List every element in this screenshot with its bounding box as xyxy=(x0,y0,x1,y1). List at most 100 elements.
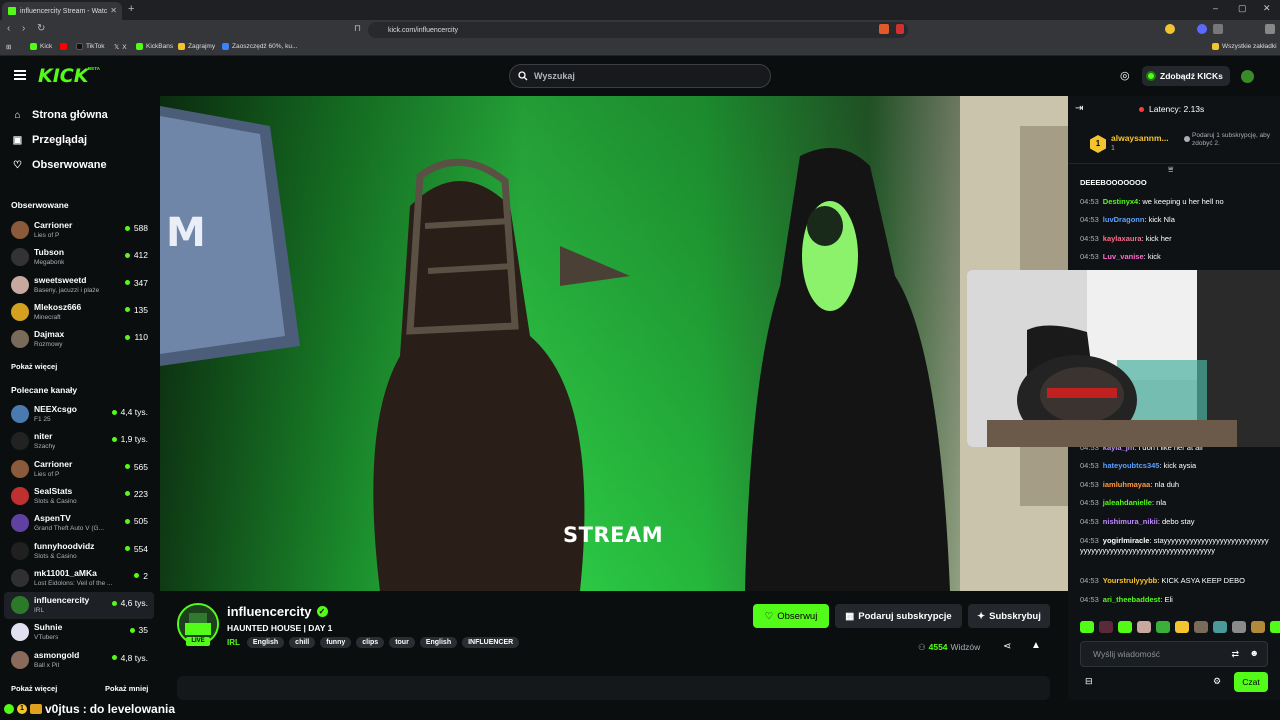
collapse-chat-icon[interactable]: ⇥ xyxy=(1075,103,1083,114)
tag[interactable]: funny xyxy=(320,637,352,648)
message-user[interactable]: ari_theebaddest xyxy=(1103,595,1161,604)
all-bookmarks[interactable]: Wszystkie zakładki xyxy=(1212,43,1277,50)
message-user[interactable]: hateyoubtcs345 xyxy=(1103,461,1160,470)
bookmark-kick[interactable]: Kick xyxy=(30,43,52,50)
message-user[interactable]: luvDragonn xyxy=(1103,215,1145,224)
show-more-recommended[interactable]: Pokaż więcej xyxy=(11,684,57,693)
sidebar-channel-suhnie[interactable]: Suhnie VTubers 35 xyxy=(4,619,154,646)
translate-icon[interactable]: ⇄ xyxy=(1231,649,1239,660)
sidebar-channel-aspentv[interactable]: AspenTV Grand Theft Auto V (G... 505 xyxy=(4,510,154,537)
bookmark-icon[interactable]: ⊓ xyxy=(354,23,361,34)
send-chat-button[interactable]: Czat xyxy=(1234,672,1268,692)
channel-name[interactable]: influencercity ✓ xyxy=(227,604,328,619)
forward-icon[interactable]: › xyxy=(22,23,25,34)
sidebar-channel-sealstats[interactable]: SealStats Slots & Casino 223 xyxy=(4,483,154,510)
chat-settings-icon[interactable]: ⚙ xyxy=(1213,676,1221,687)
menu-hamburger-icon[interactable] xyxy=(14,70,26,80)
tag[interactable]: English xyxy=(419,637,458,648)
sidebar-channel-carrioner[interactable]: Carrioner Lies of P 588 xyxy=(4,217,154,244)
address-bar[interactable]: kick.com/influencercity xyxy=(368,22,908,38)
chat-gift-icon[interactable]: ⊟ xyxy=(1085,676,1093,687)
tag[interactable]: chill xyxy=(289,637,316,648)
extension-icon-2[interactable] xyxy=(1197,24,1207,34)
browser-tab[interactable]: influencercity Stream - Watc ✕ xyxy=(2,2,122,20)
message-time: 04:53 xyxy=(1080,197,1099,206)
menu-icon[interactable] xyxy=(1265,24,1275,34)
bookmark-deal[interactable]: Zaoszczędź 60%, ku... xyxy=(222,43,297,50)
back-icon[interactable]: ‹ xyxy=(7,23,10,34)
message-user[interactable]: Destinyx4 xyxy=(1103,197,1138,206)
apps-grid-icon[interactable]: ⊞ xyxy=(6,43,11,51)
emote[interactable] xyxy=(1175,621,1189,633)
category-link[interactable]: IRL xyxy=(227,638,240,647)
close-window-icon[interactable]: ✕ xyxy=(1263,3,1271,14)
gifter-name[interactable]: alwaysannm... xyxy=(1111,133,1169,143)
nav-home[interactable]: ⌂ Strona główna xyxy=(12,109,107,121)
user-avatar[interactable] xyxy=(1241,70,1254,83)
sidebar-channel-dajmax[interactable]: Dajmax Rozmowy 110 xyxy=(4,326,154,353)
new-tab-icon[interactable]: + xyxy=(128,3,134,15)
tag[interactable]: English xyxy=(246,637,285,648)
emote[interactable] xyxy=(1194,621,1208,633)
reload-icon[interactable]: ↻ xyxy=(37,23,45,34)
subscribe-button[interactable]: ✦ Subskrybuj xyxy=(968,604,1050,628)
emote[interactable] xyxy=(1270,621,1280,633)
extension-icon[interactable] xyxy=(1165,24,1175,34)
sidebar-channel-funnyhoodvidz[interactable]: funnyhoodvidz Slots & Casino 554 xyxy=(4,538,154,565)
search-input[interactable]: Wyszukaj xyxy=(509,64,771,88)
show-more-followed[interactable]: Pokaż więcej xyxy=(11,362,57,371)
message-user[interactable]: yogirlmiracle xyxy=(1103,536,1150,545)
chat-input[interactable]: Wyślij wiadomość ⇄ ☻ xyxy=(1080,641,1268,667)
emote[interactable] xyxy=(1251,621,1265,633)
sidebar-channel-mlekosz666[interactable]: Mlekosz666 Minecraft 135 xyxy=(4,299,154,326)
sidebar-channel-tubson[interactable]: Tubson Megabonk 412 xyxy=(4,244,154,271)
maximize-icon[interactable]: ▢ xyxy=(1238,3,1247,14)
bookmark-x[interactable]: 𝕏X xyxy=(114,43,127,52)
get-kicks-button[interactable]: Zdobądź KICKs xyxy=(1142,66,1230,86)
sidebar-channel-asmongold[interactable]: asmongold Ball x Pit 4,8 tys. xyxy=(4,647,154,674)
message-user[interactable]: Yourstrulyyybb xyxy=(1103,576,1157,585)
sidebar-channel-carrioner[interactable]: Carrioner Lies of P 565 xyxy=(4,456,154,483)
emote[interactable] xyxy=(1099,621,1113,633)
sidebar-channel-niter[interactable]: niter Szachy 1,9 tys. xyxy=(4,428,154,455)
emote[interactable] xyxy=(1213,621,1227,633)
emote[interactable] xyxy=(1156,621,1170,633)
gift-subs-button[interactable]: ▦ Podaruj subskrypcje xyxy=(835,604,962,628)
bookmark-youtube[interactable] xyxy=(60,43,67,50)
emote[interactable] xyxy=(1232,621,1246,633)
message-user[interactable]: nishimura_nikii xyxy=(1103,517,1158,526)
video-player[interactable]: M STREAM xyxy=(160,96,1068,591)
bookmark-kickbans[interactable]: KickBans xyxy=(136,43,173,50)
share-icon[interactable]: ⋖ xyxy=(1003,641,1011,652)
show-less-recommended[interactable]: Pokaż mniej xyxy=(105,684,148,693)
tag[interactable]: tour xyxy=(389,637,415,648)
sidebar-channel-mk11001_amka[interactable]: mk11001_aMKa Lost Eidolons: Veil of the .… xyxy=(4,565,154,592)
bookmark-zagrajmy[interactable]: Zagrajmy xyxy=(178,43,215,50)
follow-button[interactable]: ♡ Obserwuj xyxy=(753,604,829,628)
message-user[interactable]: Luv_vanise xyxy=(1103,252,1144,261)
pinned-icon[interactable]: ⩸ xyxy=(1168,164,1173,175)
bookmark-tiktok[interactable]: TikTok xyxy=(76,43,105,50)
message-user[interactable]: kaylaxaura xyxy=(1103,234,1142,243)
kick-logo[interactable]: KICK xyxy=(38,65,88,87)
brave-shield-icon[interactable] xyxy=(879,24,889,34)
sidebar-channel-neexcsgo[interactable]: NEEXcsgo F1 25 4,4 tys. xyxy=(4,401,154,428)
rewards-icon[interactable] xyxy=(896,24,904,34)
sidebar-channel-influencercity[interactable]: influencercity IRL 4,6 tys. xyxy=(4,592,154,620)
tag[interactable]: INFLUENCER xyxy=(462,637,520,648)
sidebar-channel-sweetsweetd[interactable]: sweetsweetd Baseny, jacuzzi i plaże 347 xyxy=(4,272,154,299)
minimize-icon[interactable]: – xyxy=(1213,3,1218,13)
extensions-puzzle-icon[interactable] xyxy=(1213,24,1223,34)
nav-browse[interactable]: ▣ Przeglądaj xyxy=(12,134,87,146)
notifications-icon[interactable]: ◎ xyxy=(1120,69,1130,82)
emote[interactable] xyxy=(1118,621,1132,633)
message-user[interactable]: jaleahdanielle xyxy=(1103,498,1152,507)
emote[interactable] xyxy=(1137,621,1151,633)
tag[interactable]: clips xyxy=(356,637,385,648)
nav-following[interactable]: ♡ Obserwowane xyxy=(12,159,107,171)
emoji-icon[interactable]: ☻ xyxy=(1250,648,1259,658)
report-icon[interactable]: ▲ xyxy=(1031,640,1041,651)
emote[interactable] xyxy=(1080,621,1094,633)
close-tab-icon[interactable]: ✕ xyxy=(110,6,117,15)
message-user[interactable]: iamluhmayaa xyxy=(1103,480,1151,489)
